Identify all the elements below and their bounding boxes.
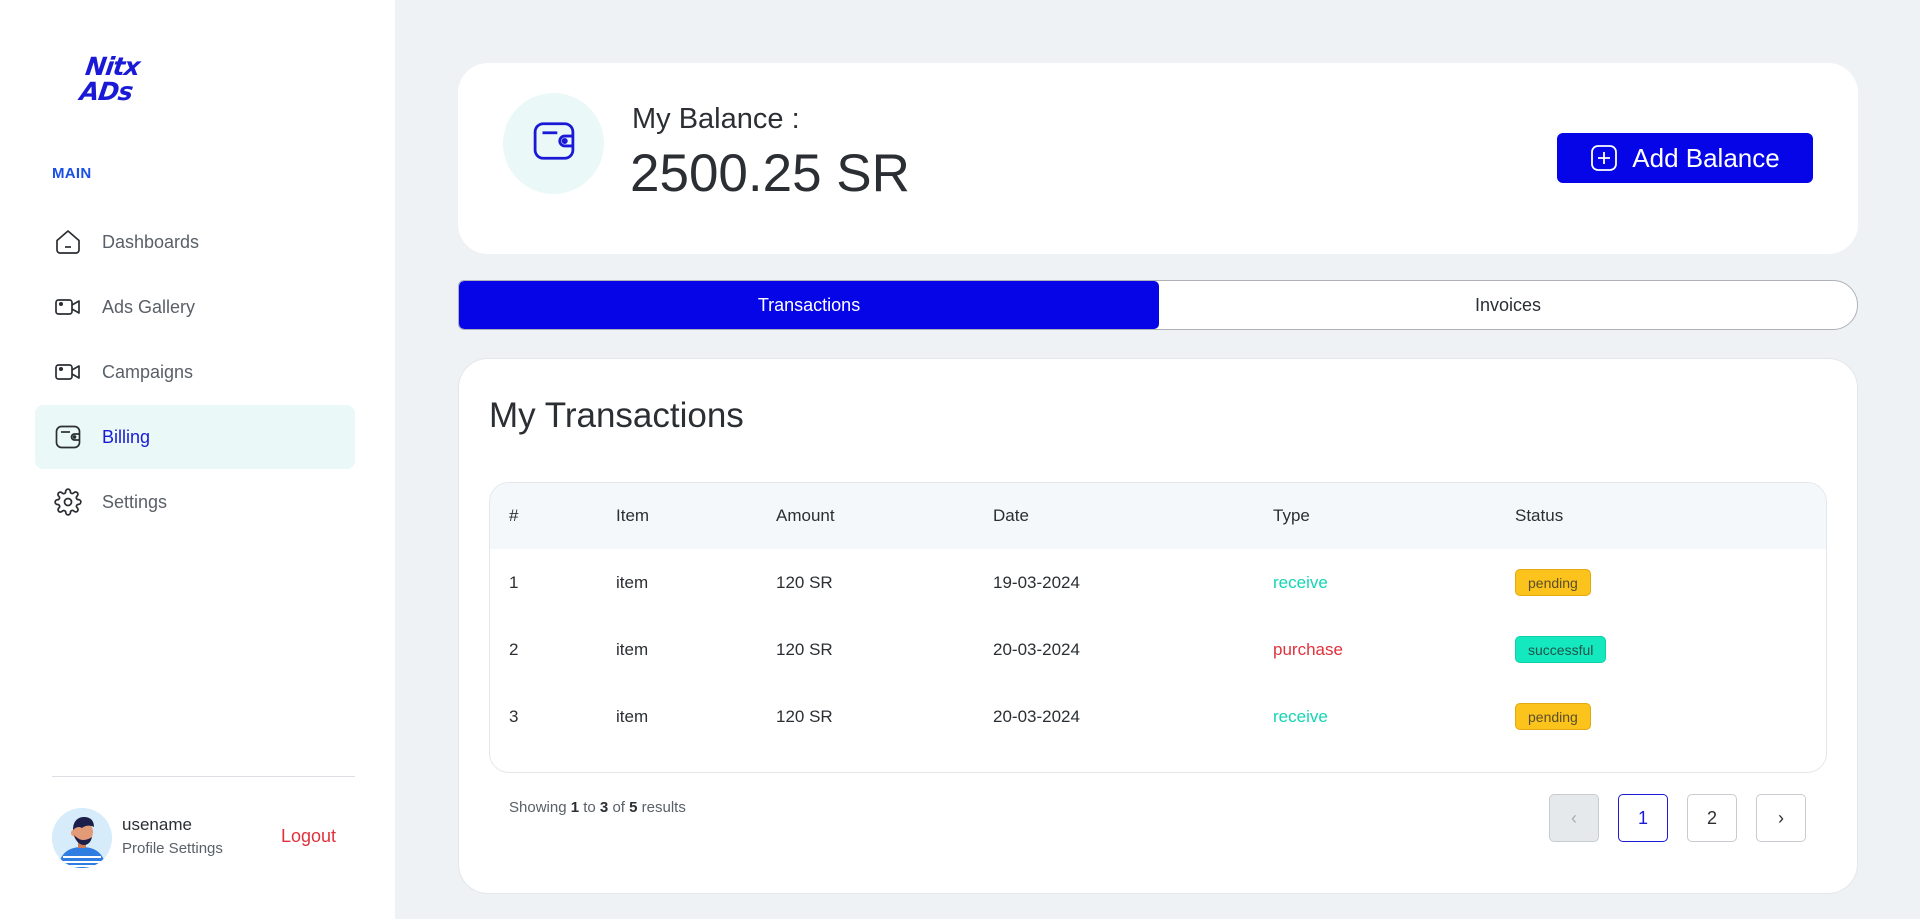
tab-invoices[interactable]: Invoices [1159, 281, 1857, 329]
cell-item: item [616, 639, 649, 659]
status-badge: successful [1515, 636, 1607, 663]
gear-icon [53, 487, 83, 517]
summary-total: 5 [629, 799, 638, 816]
balance-label: My Balance : [632, 103, 800, 135]
sidebar-divider [52, 776, 355, 777]
logout-button[interactable]: Logout [281, 826, 336, 847]
wallet-icon [53, 422, 83, 452]
balance-card: My Balance : 2500.25 SR Add Balance [458, 63, 1858, 254]
sidebar-item-dashboards[interactable]: Dashboards [35, 210, 355, 274]
logo-line-2: ADs [78, 77, 135, 106]
transactions-card: My Transactions # Item Amount Date Type … [458, 358, 1858, 894]
cell-status: pending [1496, 549, 1826, 616]
transactions-table: # Item Amount Date Type Status 1 item 12… [489, 482, 1827, 773]
summary-prefix: Showing [509, 799, 567, 816]
summary-to-word: to [583, 799, 596, 816]
cell-type: receive [1273, 706, 1328, 726]
page-2-button[interactable]: 2 [1687, 794, 1737, 842]
column-header-date: Date [993, 506, 1029, 525]
user-panel: usename Profile Settings Logout [52, 806, 355, 870]
sidebar-item-campaigns[interactable]: Campaigns [35, 340, 355, 404]
home-icon [53, 227, 83, 257]
sidebar-item-label: Settings [102, 491, 168, 512]
status-badge: pending [1515, 569, 1591, 596]
cell-date: 20-03-2024 [993, 639, 1080, 659]
page-1-button[interactable]: 1 [1618, 794, 1668, 842]
table-row[interactable]: 1 item 120 SR 19-03-2024 receive pending [490, 549, 1826, 616]
sidebar-item-ads-gallery[interactable]: Ads Gallery [35, 275, 355, 339]
summary-to: 3 [599, 799, 609, 816]
sidebar-item-label: Campaigns [102, 361, 194, 382]
logo-line-1: Nitx [83, 52, 142, 81]
summary-from: 1 [570, 799, 580, 816]
tab-transactions[interactable]: Transactions [459, 281, 1159, 329]
cell-amount: 120 SR [776, 639, 833, 659]
column-header-type: Type [1273, 506, 1310, 525]
profile-settings-link[interactable]: Profile Settings [122, 840, 223, 857]
summary-suffix: results [641, 799, 686, 816]
column-header-index: # [509, 506, 519, 525]
brand-logo[interactable]: Nitx ADs [78, 52, 164, 112]
table-row[interactable]: 2 item 120 SR 20-03-2024 purchase succes… [490, 616, 1826, 683]
cell-amount: 120 SR [776, 706, 833, 726]
user-name: usename [122, 815, 192, 834]
cell-status: pending [1496, 683, 1826, 750]
cell-type: purchase [1273, 639, 1343, 659]
add-balance-label: Add Balance [1632, 142, 1780, 173]
cell-index: 1 [509, 572, 519, 592]
cell-item: item [616, 572, 649, 592]
cell-amount: 120 SR [776, 572, 833, 592]
wallet-icon [531, 118, 577, 169]
sidebar-item-label: Dashboards [102, 231, 200, 252]
sidebar-item-label: Ads Gallery [102, 296, 196, 317]
pagination: ‹ 1 2 › [1549, 794, 1806, 842]
sidebar-nav: Dashboards Ads Gallery Campaigns Billing… [35, 210, 355, 535]
plus-square-icon [1590, 144, 1618, 172]
table-row[interactable]: 3 item 120 SR 20-03-2024 receive pending [490, 683, 1826, 750]
sidebar: Nitx ADs MAIN Dashboards Ads Gallery Cam… [0, 0, 395, 919]
next-page-button[interactable]: › [1756, 794, 1806, 842]
summary-of-word: of [612, 799, 625, 816]
balance-value: 2500.25 SR [630, 144, 910, 203]
results-summary: Showing 1 to 3 of 5 results [509, 799, 686, 816]
video-icon [53, 357, 83, 387]
status-badge: pending [1515, 703, 1591, 730]
cell-index: 2 [509, 639, 519, 659]
billing-tabs: Transactions Invoices [458, 280, 1858, 330]
sidebar-item-settings[interactable]: Settings [35, 470, 355, 534]
table-header-row: # Item Amount Date Type Status [490, 483, 1826, 549]
column-header-status: Status [1515, 506, 1564, 525]
transactions-title: My Transactions [489, 396, 744, 435]
cell-type: receive [1273, 572, 1328, 592]
cell-status: successful [1496, 616, 1826, 683]
cell-index: 3 [509, 706, 519, 726]
video-icon [53, 292, 83, 322]
cell-item: item [616, 706, 649, 726]
column-header-amount: Amount [776, 506, 835, 525]
cell-date: 19-03-2024 [993, 572, 1080, 592]
sidebar-item-billing[interactable]: Billing [35, 405, 355, 469]
sidebar-item-label: Billing [102, 426, 151, 447]
column-header-item: Item [616, 506, 650, 525]
balance-wallet-badge [503, 93, 604, 194]
sidebar-section-label: MAIN [52, 165, 92, 182]
avatar[interactable] [52, 808, 112, 868]
prev-page-button[interactable]: ‹ [1549, 794, 1599, 842]
add-balance-button[interactable]: Add Balance [1557, 133, 1813, 183]
cell-date: 20-03-2024 [993, 706, 1080, 726]
